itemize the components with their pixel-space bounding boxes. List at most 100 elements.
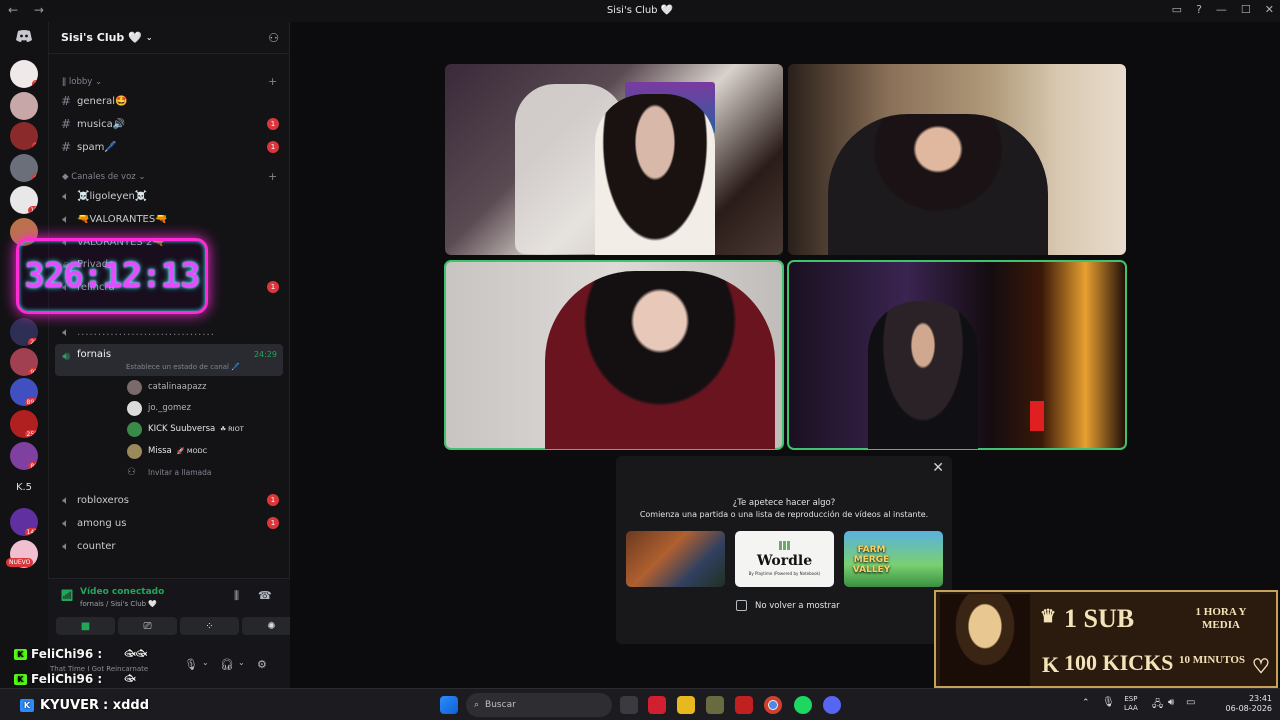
folder-icon: ǁ	[62, 77, 69, 87]
task-view-icon[interactable]	[620, 696, 638, 714]
add-user-icon: ⚇	[127, 466, 136, 478]
add-channel-icon[interactable]: +	[268, 170, 277, 183]
server-text-icon[interactable]: K.5	[0, 482, 48, 493]
headphones-icon[interactable]: 🎧︎	[220, 658, 234, 671]
app-icon[interactable]	[648, 696, 666, 714]
battery-icon[interactable]: ▭	[1186, 697, 1195, 708]
activity-card-game[interactable]	[626, 531, 725, 587]
server-icon[interactable]: 894	[10, 378, 38, 406]
settings-gear-icon[interactable]: ⚙	[257, 658, 267, 671]
channel-spam[interactable]: # spam🖊️ 1	[55, 137, 283, 157]
discord-home-icon[interactable]	[10, 24, 38, 48]
video-tile-speaking[interactable]	[444, 260, 784, 450]
voice-channel-among-us[interactable]: 🔈︎ among us 1	[55, 513, 283, 533]
speaker-icon: 🔈︎	[62, 324, 70, 339]
windows-start-icon[interactable]	[440, 696, 458, 714]
video-tile[interactable]	[445, 64, 783, 255]
sparkle-icon: ◆	[62, 172, 72, 182]
kick-logo-icon: K	[1042, 652, 1060, 677]
channel-status[interactable]: Establece un estado de canal 🖊️	[126, 363, 240, 371]
voice-channel-counter[interactable]: 🔈︎ counter	[55, 536, 283, 556]
category-voice[interactable]: ◆ Canales de voz ⌄ +	[62, 170, 277, 183]
language-indicator[interactable]: ESP LAA	[1124, 695, 1138, 713]
activity-card-wordle[interactable]: Wordle By Playtime (Powered by Notebook)	[735, 531, 834, 587]
speaker-active-icon: 🔊︎	[62, 349, 70, 363]
hash-icon: #	[60, 140, 72, 154]
file-explorer-icon[interactable]	[677, 696, 695, 714]
emote-icon: 🐟︎🐟︎	[124, 649, 148, 659]
discord-taskbar-icon[interactable]	[823, 696, 841, 714]
crown-icon: ♛	[1040, 606, 1057, 626]
signal-icon[interactable]: 📶︎	[60, 589, 74, 603]
camera-button[interactable]: ■	[56, 617, 115, 635]
avatar	[127, 379, 142, 395]
server-icon[interactable]	[10, 92, 38, 120]
server-name: Sisi's Club 🤍	[61, 31, 142, 44]
prompt-description: Comienza una partida o una lista de repr…	[639, 510, 929, 519]
invite-people-icon[interactable]: ⚇	[268, 31, 279, 45]
hash-icon: #	[60, 94, 72, 108]
spotify-icon[interactable]	[794, 696, 812, 714]
voice-channel-ligoleyen[interactable]: 🔈︎ ☠️ligoleyen☠️	[55, 186, 283, 206]
maximize-icon[interactable]: ☐	[1241, 3, 1251, 16]
microphone-icon[interactable]: 🎙︎	[184, 658, 198, 671]
activities-button[interactable]: ⁘	[180, 617, 239, 635]
channel-musica[interactable]: # musica🔊 1	[55, 114, 283, 134]
close-icon[interactable]: ✕	[932, 460, 944, 476]
video-tile-speaking[interactable]	[787, 260, 1127, 450]
stream-sub-banner: ♛ 1 SUB 1 HORA Y MEDIA K 100 KICKS 10 MI…	[934, 590, 1278, 688]
volume-icon[interactable]: 🔊︎	[1168, 697, 1174, 708]
windows-taskbar: ⌕ Buscar ⌃ 🎙︎ ESP LAA 🖧︎ 🔊︎ ▭ 23:41 06-08-2…	[0, 688, 1280, 720]
tray-chevron-icon[interactable]: ⌃	[1082, 698, 1090, 708]
server-icon[interactable]: 1	[10, 122, 38, 150]
microphone-tray-icon[interactable]: 🎙︎	[1102, 697, 1115, 708]
taskbar-search[interactable]: ⌕ Buscar	[466, 693, 612, 717]
voice-channel-robloxeros[interactable]: 🔈︎ robloxeros 1	[55, 490, 283, 510]
chevron-down-icon[interactable]: ⌄	[238, 658, 245, 667]
avatar	[127, 421, 142, 437]
video-tile[interactable]	[788, 64, 1126, 255]
channel-general[interactable]: # general🤩	[55, 91, 283, 111]
chat-overlay-line: K FeliChi96 : 🐟︎	[14, 672, 136, 686]
new-badge: NUEVO	[6, 558, 34, 567]
server-icon[interactable]: 1	[10, 60, 38, 88]
app-icon[interactable]	[735, 696, 753, 714]
add-channel-icon[interactable]: +	[268, 75, 277, 88]
activity-card-farm-merge[interactable]: FARM MERGE VALLEY	[844, 531, 943, 587]
chevron-down-icon[interactable]: ⌄	[202, 658, 209, 667]
screen-share-button[interactable]: ⎚	[118, 617, 177, 635]
voice-channel-fornais[interactable]: 🔊︎ fornais 24:29	[55, 344, 283, 376]
dont-show-label: No volver a mostrar	[755, 601, 840, 611]
voice-location[interactable]: fornais / Sisi's Club 🤍	[80, 600, 157, 608]
help-icon[interactable]: ?	[1196, 3, 1202, 16]
close-icon[interactable]: ✕	[1265, 3, 1274, 16]
category-lobby[interactable]: ǁ lobby ⌄ +	[62, 75, 277, 88]
network-icon[interactable]: 🖧︎	[1152, 697, 1163, 714]
inbox-icon[interactable]: ▭	[1172, 3, 1182, 16]
chrome-icon[interactable]	[764, 696, 782, 714]
disconnect-icon[interactable]: ☎︎	[258, 589, 272, 602]
speaker-icon: 🔈︎	[62, 515, 70, 530]
emote-icon: 🐟︎	[124, 674, 136, 684]
participant	[545, 271, 775, 449]
dont-show-checkbox[interactable]	[736, 600, 747, 611]
window-controls: ▭ ? — ☐ ✕	[1172, 3, 1274, 16]
server-header[interactable]: Sisi's Club 🤍 ⌄ ⚇	[49, 22, 289, 54]
server-icon[interactable]: 95	[10, 348, 38, 376]
server-icon[interactable]: 8	[10, 154, 38, 182]
clock[interactable]: 23:41 06-08-2026	[1226, 694, 1273, 714]
server-icon[interactable]: 147	[10, 508, 38, 536]
server-icon[interactable]: 20	[10, 318, 38, 346]
server-icon[interactable]: 258	[10, 410, 38, 438]
participant	[595, 94, 715, 255]
activity-prompt: ✕ ¿Te apetece hacer algo? Comienza una p…	[616, 456, 952, 644]
app-icon[interactable]	[706, 696, 724, 714]
speaker-icon: 🔈︎	[62, 538, 70, 553]
server-icon[interactable]: 80	[10, 442, 38, 470]
noise-suppression-icon[interactable]: ⫼	[234, 589, 239, 603]
server-icon[interactable]: 12	[10, 186, 38, 214]
minimize-icon[interactable]: —	[1216, 3, 1227, 16]
activities-icon: ⁘	[205, 620, 214, 632]
voice-channel-valorantes[interactable]: 🔈︎ 🔫VALORANTES🔫	[55, 209, 283, 229]
voice-channel-hidden[interactable]: 🔈︎.................................	[55, 322, 283, 342]
